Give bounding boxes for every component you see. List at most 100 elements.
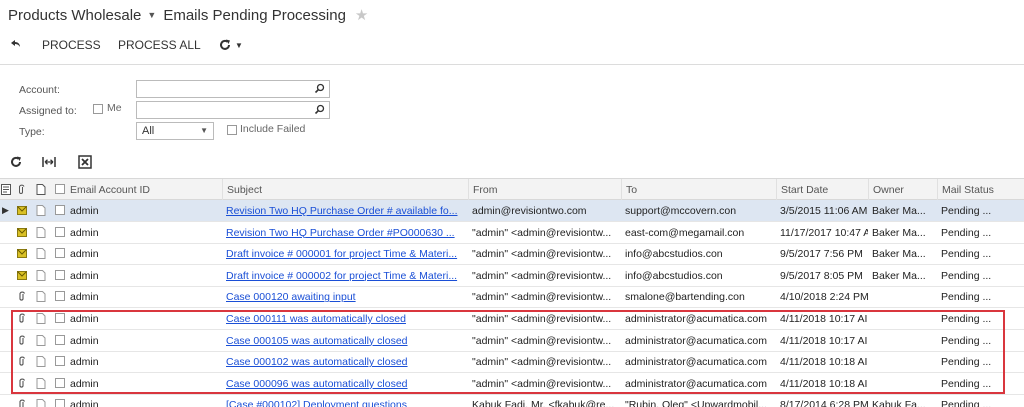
table-row[interactable]: admin Case 000096 was automatically close… <box>0 373 1024 395</box>
cell-email-account: admin <box>70 205 99 217</box>
table-row[interactable]: admin Draft invoice # 000002 for project … <box>0 265 1024 287</box>
cell-mail-status: Pending ... <box>941 334 992 347</box>
file-icon[interactable] <box>36 248 46 260</box>
fit-columns-icon[interactable] <box>42 155 56 169</box>
company-name[interactable]: Products Wholesale <box>8 7 141 24</box>
cell-mail-status: Pending ... <box>941 377 992 390</box>
refresh-menu-button[interactable]: ▼ <box>218 37 244 53</box>
file-icon[interactable] <box>36 205 46 216</box>
assigned-to-input[interactable] <box>136 101 330 119</box>
row-select-checkbox[interactable] <box>55 377 65 388</box>
col-header-mail-status[interactable]: Mail Status <box>937 179 1007 200</box>
table-row[interactable]: admin Case 000102 was automatically close… <box>0 351 1024 374</box>
row-select-checkbox[interactable] <box>55 226 65 237</box>
file-column-icon[interactable] <box>36 184 46 195</box>
cell-mail-status: Pending ... <box>941 226 992 239</box>
col-header-from[interactable]: From <box>468 179 621 200</box>
include-failed-checkbox[interactable] <box>227 125 237 135</box>
cell-to: east-com@megamail.con <box>625 226 745 239</box>
attachment-icon[interactable] <box>17 313 27 324</box>
cell-subject[interactable]: Revision Two HQ Purchase Order # availab… <box>222 200 468 221</box>
col-header-subject[interactable]: Subject <box>222 179 468 200</box>
file-icon[interactable] <box>36 399 46 407</box>
grid-header: Email Account ID Subject From To Start D… <box>0 178 1024 200</box>
file-icon[interactable] <box>36 313 46 324</box>
cell-mail-status: Pending ... <box>941 205 992 217</box>
search-icon[interactable] <box>314 83 325 94</box>
cell-from: Kabuk Fadi, Mr. <fkabuk@re... <box>472 399 615 407</box>
attachment-icon[interactable] <box>17 399 27 407</box>
cell-subject[interactable]: Draft invoice # 000002 for project Time … <box>222 265 468 286</box>
file-icon[interactable] <box>36 356 46 368</box>
envelope-icon[interactable] <box>17 248 27 259</box>
cell-from: "admin" <admin@revisiontw... <box>472 377 612 390</box>
table-row[interactable]: admin [Case #000102] Deployment questions… <box>0 394 1024 407</box>
select-all-checkbox[interactable] <box>55 184 65 194</box>
attachment-icon[interactable] <box>17 378 27 389</box>
cell-from: admin@revisiontwo.com <box>472 205 587 217</box>
file-icon[interactable] <box>36 226 46 238</box>
table-row[interactable]: admin Revision Two HQ Purchase Order #PO0… <box>0 222 1024 244</box>
cell-subject[interactable]: Revision Two HQ Purchase Order #PO000630… <box>222 222 468 243</box>
cell-subject[interactable]: Case 000105 was automatically closed <box>222 330 468 351</box>
notes-column-icon[interactable] <box>1 184 11 195</box>
file-icon[interactable] <box>36 334 46 346</box>
cell-mail-status: Pending ... <box>941 248 992 261</box>
envelope-icon[interactable] <box>17 270 27 281</box>
row-select-checkbox[interactable] <box>55 205 65 215</box>
cell-subject[interactable]: Case 000120 awaiting input <box>222 286 468 307</box>
file-icon[interactable] <box>36 291 46 303</box>
table-row[interactable]: admin Draft invoice # 000001 for project … <box>0 243 1024 266</box>
envelope-icon[interactable] <box>17 205 27 216</box>
export-excel-icon[interactable] <box>78 155 92 169</box>
row-select-checkbox[interactable] <box>55 334 65 345</box>
table-row[interactable]: admin Case 000111 was automatically close… <box>0 308 1024 330</box>
account-label: Account: <box>19 84 60 96</box>
cell-subject[interactable]: [Case #000102] Deployment questions <box>222 394 468 407</box>
row-select-checkbox[interactable] <box>55 399 65 407</box>
undo-icon[interactable] <box>8 37 22 51</box>
company-caret-icon[interactable]: ▼ <box>147 10 156 20</box>
cell-owner: Baker Ma... <box>872 269 926 282</box>
process-button[interactable]: PROCESS <box>42 38 101 52</box>
file-icon[interactable] <box>36 269 46 281</box>
cell-subject[interactable]: Case 000096 was automatically closed <box>222 373 468 394</box>
type-label: Type: <box>19 126 45 138</box>
envelope-icon[interactable] <box>17 227 27 238</box>
cell-mail-status: Pending ... <box>941 399 992 407</box>
col-header-start-date[interactable]: Start Date <box>776 179 868 200</box>
attachment-icon[interactable] <box>17 356 27 367</box>
table-row[interactable]: admin Case 000120 awaiting input "admin" <… <box>0 286 1024 309</box>
cell-start-date: 9/5/2017 7:56 PM <box>780 248 863 261</box>
row-select-checkbox[interactable] <box>55 356 65 367</box>
type-select[interactable]: All ▼ <box>136 122 214 140</box>
col-header-email-account[interactable]: Email Account ID <box>66 179 222 200</box>
me-checkbox[interactable] <box>93 104 103 114</box>
attachment-icon[interactable] <box>17 335 27 346</box>
attachment-column-icon[interactable] <box>17 184 25 195</box>
favorite-star-icon[interactable]: ★ <box>355 6 368 24</box>
cell-subject[interactable]: Case 000111 was automatically closed <box>222 308 468 329</box>
account-input[interactable] <box>136 80 330 98</box>
cell-subject[interactable]: Draft invoice # 000001 for project Time … <box>222 243 468 264</box>
cell-start-date: 4/11/2018 10:18 AI <box>780 377 868 390</box>
row-select-checkbox[interactable] <box>55 248 65 259</box>
col-header-to[interactable]: To <box>621 179 776 200</box>
process-all-button[interactable]: PROCESS ALL <box>118 38 201 52</box>
attachment-icon[interactable] <box>17 291 27 302</box>
assigned-to-label: Assigned to: <box>19 105 77 117</box>
table-row[interactable]: ▶ admin Revision Two HQ Purchase Order # a… <box>0 200 1024 222</box>
row-select-checkbox[interactable] <box>55 291 65 302</box>
cell-email-account: admin <box>70 248 99 261</box>
row-select-checkbox[interactable] <box>55 269 65 280</box>
file-icon[interactable] <box>36 377 46 389</box>
search-icon[interactable] <box>314 104 325 115</box>
row-select-checkbox[interactable] <box>55 313 65 323</box>
grid-refresh-icon[interactable] <box>9 155 23 169</box>
page-title: Emails Pending Processing <box>163 6 346 24</box>
table-row[interactable]: admin Case 000105 was automatically close… <box>0 330 1024 352</box>
cell-to: "Rubin, Oleg" <Upwardmobil... <box>625 399 767 407</box>
cell-email-account: admin <box>70 313 99 325</box>
col-header-owner[interactable]: Owner <box>868 179 937 200</box>
cell-subject[interactable]: Case 000102 was automatically closed <box>222 351 468 372</box>
